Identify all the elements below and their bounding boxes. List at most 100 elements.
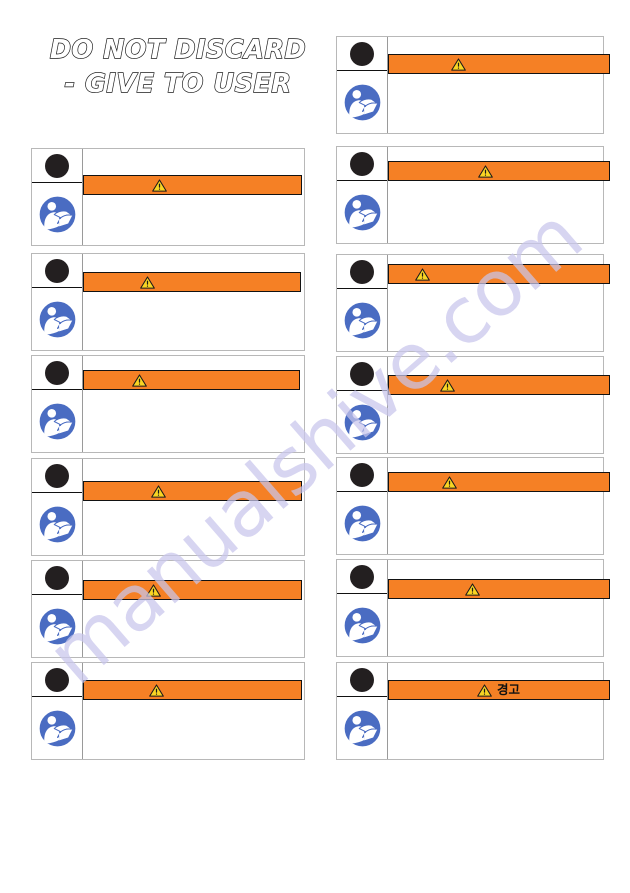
- read-manual-cell: [337, 181, 387, 243]
- read-manual-cell: [337, 391, 387, 453]
- read-manual-cell: [32, 697, 82, 759]
- black-circle-icon: [350, 151, 374, 176]
- black-circle-icon: [45, 463, 69, 488]
- warning-banner: [83, 680, 302, 700]
- black-circle-icon: [45, 565, 69, 590]
- black-circle-icon: [45, 153, 69, 178]
- warning-label-box: [336, 559, 610, 657]
- warning-label-inner: [337, 458, 610, 554]
- warning-content-area: [83, 459, 304, 555]
- pictogram-column: [32, 356, 83, 452]
- warning-content-area: [388, 458, 610, 554]
- warning-banner-content: [152, 178, 167, 192]
- warning-label-inner: [337, 255, 610, 351]
- black-circle-cell: [32, 561, 82, 595]
- black-circle-cell: [337, 663, 387, 697]
- warning-triangle-icon: [442, 475, 457, 489]
- pictogram-column: [337, 357, 388, 453]
- warning-banner: [388, 264, 610, 284]
- warning-label-box: [336, 356, 610, 454]
- warning-banner-content: [478, 164, 493, 178]
- black-circle-cell: [337, 357, 387, 391]
- warning-triangle-icon: [140, 275, 155, 289]
- read-manual-cell: [337, 594, 387, 656]
- pictogram-column: [32, 459, 83, 555]
- page-title: DO NOT DISCARD - GIVE TO USER: [28, 33, 328, 101]
- pictogram-column: [32, 254, 83, 350]
- read-manual-pictogram-icon: [342, 192, 383, 233]
- warning-content-area: [388, 560, 610, 656]
- warning-content-area: [83, 149, 304, 245]
- warning-triangle-icon: [478, 164, 493, 178]
- read-manual-pictogram-icon: [342, 708, 383, 749]
- warning-banner-content: [149, 683, 164, 697]
- warning-banner: [83, 481, 302, 501]
- black-circle-cell: [337, 147, 387, 181]
- warning-label-box: [31, 560, 305, 658]
- pictogram-column: [32, 663, 83, 759]
- read-manual-pictogram-icon: [37, 708, 78, 749]
- warning-triangle-icon: [132, 373, 147, 387]
- read-manual-pictogram-icon: [342, 503, 383, 544]
- read-manual-pictogram-icon: [342, 605, 383, 646]
- warning-label-box: [31, 355, 305, 453]
- black-circle-icon: [350, 259, 374, 284]
- warning-content-area: [83, 356, 304, 452]
- warning-label-box: [31, 253, 305, 351]
- read-manual-cell: [32, 288, 82, 350]
- read-manual-pictogram-icon: [342, 82, 383, 123]
- warning-banner: [388, 54, 610, 74]
- read-manual-pictogram-icon: [37, 401, 78, 442]
- warning-content-area: [83, 254, 304, 350]
- warning-banner-content: [146, 583, 161, 597]
- black-circle-cell: [337, 458, 387, 492]
- black-circle-icon: [350, 667, 374, 692]
- black-circle-icon: [350, 564, 374, 589]
- black-circle-icon: [45, 258, 69, 283]
- warning-label-inner: [337, 357, 610, 453]
- warning-triangle-icon: [149, 683, 164, 697]
- pictogram-column: [337, 663, 388, 759]
- pictogram-column: [337, 255, 388, 351]
- warning-label-inner: [337, 147, 610, 243]
- warning-banner: [83, 370, 300, 390]
- warning-triangle-icon: [146, 583, 161, 597]
- warning-banner-content: [442, 475, 457, 489]
- warning-banner-content: [415, 267, 430, 281]
- warning-banner: [388, 161, 610, 181]
- warning-triangle-icon: [151, 484, 166, 498]
- warning-banner: [83, 580, 302, 600]
- read-manual-cell: [32, 183, 82, 245]
- read-manual-cell: [32, 493, 82, 555]
- black-circle-cell: [32, 459, 82, 493]
- warning-content-area: 경고: [388, 663, 610, 759]
- pictogram-column: [337, 458, 388, 554]
- warning-label-box: [336, 146, 610, 244]
- warning-triangle-icon: [152, 178, 167, 192]
- read-manual-cell: [32, 595, 82, 657]
- warning-banner: [83, 272, 301, 292]
- black-circle-icon: [350, 361, 374, 386]
- warning-triangle-icon: [440, 378, 455, 392]
- black-circle-cell: [337, 255, 387, 289]
- black-circle-icon: [350, 462, 374, 487]
- warning-label-inner: 경고: [337, 663, 610, 759]
- warning-triangle-icon: [465, 582, 480, 596]
- warning-banner-content: [132, 373, 147, 387]
- warning-label-box: [336, 457, 610, 555]
- warning-label-box: [336, 254, 610, 352]
- warning-label-inner: [32, 254, 304, 350]
- warning-label-box: [336, 36, 610, 134]
- black-circle-icon: [45, 360, 69, 385]
- warning-label-inner: [32, 663, 304, 759]
- warning-banner-text: 경고: [497, 681, 521, 697]
- pictogram-column: [32, 561, 83, 657]
- warning-triangle-icon: [451, 57, 466, 71]
- warning-label-box: [31, 662, 305, 760]
- warning-banner-content: [140, 275, 155, 289]
- read-manual-pictogram-icon: [37, 606, 78, 647]
- warning-label-box: [31, 148, 305, 246]
- page-title-line-2: - GIVE TO USER: [64, 68, 292, 99]
- black-circle-cell: [337, 37, 387, 71]
- black-circle-cell: [32, 356, 82, 390]
